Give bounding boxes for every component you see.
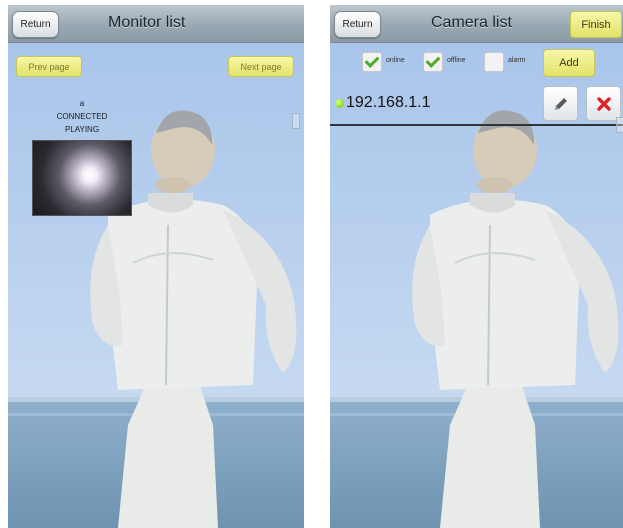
page-title: Camera list [431, 14, 512, 31]
close-x-icon [596, 96, 611, 111]
monitor-list-screen: Return Monitor list Prev page Next page … [8, 5, 304, 528]
return-button[interactable]: Return [12, 11, 59, 38]
edit-camera-button[interactable] [543, 86, 578, 121]
channel-number: a [79, 99, 85, 108]
online-filter-label: online [386, 57, 405, 64]
return-button[interactable]: Return [334, 11, 381, 38]
top-bar: Return Camera list Finish [330, 5, 623, 43]
offline-filter-label: offline [447, 57, 466, 64]
delete-camera-button[interactable] [586, 86, 621, 121]
online-checkbox[interactable] [362, 52, 382, 72]
connection-status: CONNECTED [56, 112, 108, 121]
prev-page-button[interactable]: Prev page [16, 56, 82, 77]
add-camera-button[interactable]: Add [543, 49, 595, 77]
offline-checkbox[interactable] [423, 52, 443, 72]
alarm-filter-label: alarm [508, 57, 526, 64]
top-bar: Return Monitor list [8, 5, 304, 43]
pencil-icon [554, 97, 567, 110]
camera-list-screen: Return Camera list Finish online offline… [330, 5, 623, 528]
camera-ip-address[interactable]: 192.168.1.1 [346, 94, 431, 112]
scroll-indicator [616, 117, 623, 133]
row-divider [330, 124, 623, 126]
page-title: Monitor list [108, 14, 186, 31]
alarm-checkbox[interactable] [484, 52, 504, 72]
play-status: PLAYING [64, 125, 100, 134]
finish-button[interactable]: Finish [570, 11, 622, 38]
online-status-dot-icon [335, 99, 344, 108]
scroll-indicator [292, 113, 300, 129]
background-photo [8, 5, 304, 528]
background-photo [330, 5, 623, 528]
next-page-button[interactable]: Next page [228, 56, 294, 77]
camera-video-thumbnail[interactable] [32, 140, 132, 216]
